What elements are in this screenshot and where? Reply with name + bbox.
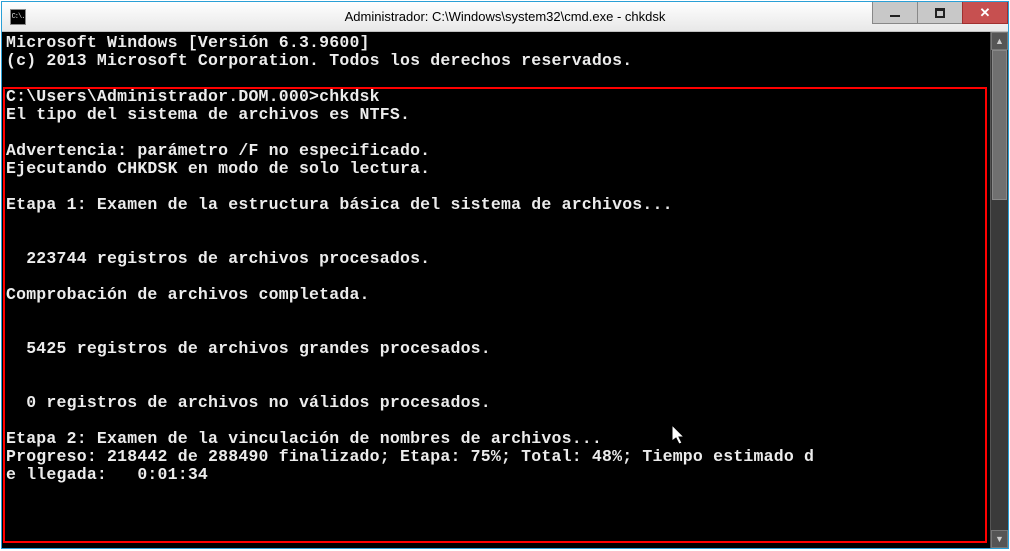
titlebar[interactable]: C:\. Administrador: C:\Windows\system32\… (2, 2, 1008, 32)
line: El tipo del sistema de archivos es NTFS. (6, 105, 410, 124)
maximize-icon (935, 8, 945, 18)
maximize-button[interactable] (917, 2, 963, 24)
window-title: Administrador: C:\Windows\system32\cmd.e… (2, 9, 1008, 24)
cmd-icon: C:\. (10, 9, 26, 25)
scroll-up-arrow-icon[interactable]: ▲ (991, 32, 1008, 50)
line: 223744 registros de archivos procesados. (6, 249, 430, 268)
cmd-window: C:\. Administrador: C:\Windows\system32\… (1, 1, 1009, 549)
line: Microsoft Windows [Versión 6.3.9600] (6, 33, 370, 52)
minimize-icon (890, 15, 900, 17)
line: Comprobación de archivos completada. (6, 285, 370, 304)
window-controls: ✕ (873, 2, 1008, 31)
line: (c) 2013 Microsoft Corporation. Todos lo… (6, 51, 632, 70)
line: Advertencia: parámetro /F no especificad… (6, 141, 430, 160)
vertical-scrollbar[interactable]: ▲ ▼ (990, 32, 1008, 548)
close-button[interactable]: ✕ (962, 2, 1008, 24)
line: 5425 registros de archivos grandes proce… (6, 339, 491, 358)
line: Ejecutando CHKDSK en modo de solo lectur… (6, 159, 430, 178)
scroll-thumb[interactable] (992, 50, 1007, 200)
scroll-down-arrow-icon[interactable]: ▼ (991, 530, 1008, 548)
close-icon: ✕ (980, 5, 991, 21)
line: 0 registros de archivos no válidos proce… (6, 393, 491, 412)
line: Progreso: 218442 de 288490 finalizado; E… (6, 447, 814, 466)
terminal-output: Microsoft Windows [Versión 6.3.9600] (c)… (2, 32, 1008, 486)
terminal-area[interactable]: Microsoft Windows [Versión 6.3.9600] (c)… (2, 32, 1008, 548)
line: Etapa 2: Examen de la vinculación de nom… (6, 429, 602, 448)
line: Etapa 1: Examen de la estructura básica … (6, 195, 673, 214)
minimize-button[interactable] (872, 2, 918, 24)
line: e llegada: 0:01:34 (6, 465, 208, 484)
line: C:\Users\Administrador.DOM.000>chkdsk (6, 87, 380, 106)
